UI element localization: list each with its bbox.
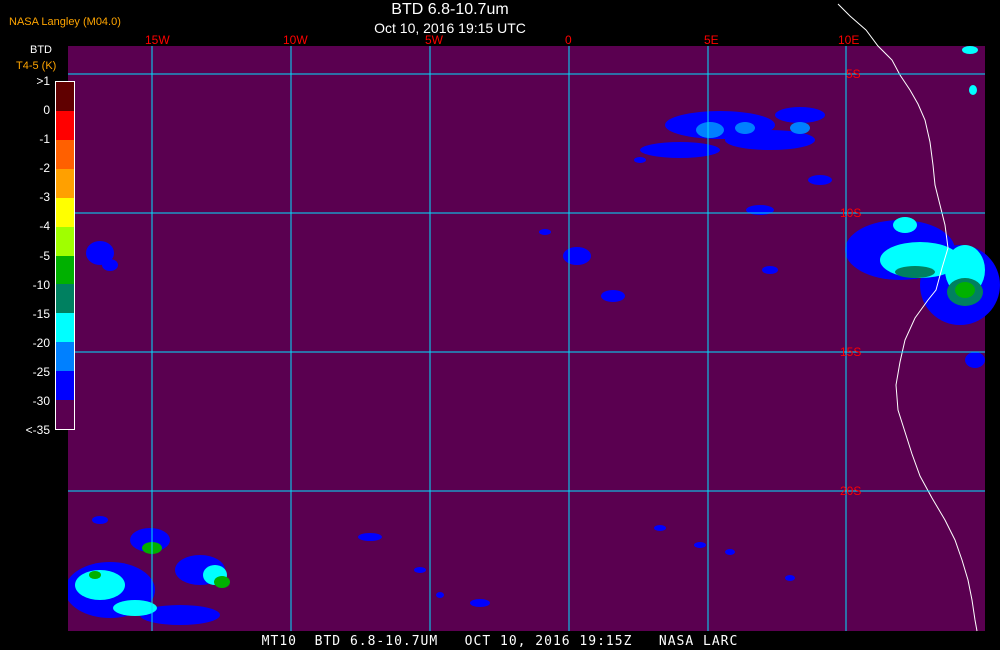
legend-label: -3 bbox=[39, 190, 50, 205]
map-background bbox=[68, 46, 985, 631]
legend-swatch bbox=[56, 197, 74, 227]
legend-label: -5 bbox=[39, 248, 50, 263]
legend-label: -2 bbox=[39, 161, 50, 176]
legend-swatch bbox=[56, 168, 74, 198]
legend-label: -30 bbox=[32, 393, 50, 408]
legend-label: >1 bbox=[36, 74, 50, 88]
lat-label-20s: 20S bbox=[840, 484, 861, 498]
satellite-map: 15W 10W 5W 0 5E 10E 5S 10S 15S 20S bbox=[0, 3, 1000, 632]
page-title: BTD 6.8-10.7um bbox=[391, 1, 509, 18]
legend-label: -4 bbox=[39, 219, 50, 234]
legend-title: BTD bbox=[30, 44, 52, 56]
legend-label: -10 bbox=[32, 277, 50, 292]
legend-swatch bbox=[56, 342, 74, 372]
legend-label: -25 bbox=[32, 364, 50, 379]
legend-swatch bbox=[56, 139, 74, 169]
footer-caption: MT10 BTD 6.8-10.7UM OCT 10, 2016 19:15Z … bbox=[261, 634, 739, 649]
legend-label: -20 bbox=[32, 335, 50, 350]
legend-swatch bbox=[56, 226, 74, 256]
legend-label: 0 bbox=[43, 103, 50, 118]
left-border bbox=[0, 446, 68, 631]
legend-swatch bbox=[56, 400, 74, 430]
lat-label-10s: 10S bbox=[840, 206, 861, 220]
legend-swatch bbox=[56, 371, 74, 401]
legend-swatch bbox=[56, 284, 74, 314]
legend-swatch bbox=[56, 82, 74, 111]
legend-swatch bbox=[56, 110, 74, 140]
lat-label-15s: 15S bbox=[840, 345, 861, 359]
legend-swatch bbox=[56, 313, 74, 343]
legend-swatch bbox=[56, 255, 74, 285]
legend-label: -15 bbox=[32, 306, 50, 321]
lat-label-5s: 5S bbox=[846, 67, 861, 81]
legend-unit: T4-5 (K) bbox=[16, 60, 57, 72]
legend-label: -1 bbox=[39, 132, 50, 147]
legend-label: <-35 bbox=[25, 423, 50, 437]
color-scale-bar bbox=[55, 81, 75, 430]
timestamp: Oct 10, 2016 19:15 UTC bbox=[374, 20, 526, 36]
